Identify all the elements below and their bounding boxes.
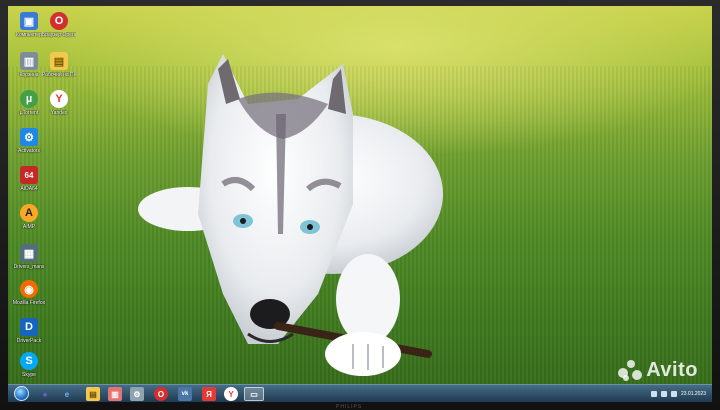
tray-volume-icon[interactable] <box>670 391 677 397</box>
monitor-brand: PHILIPS <box>336 404 363 410</box>
husky-wallpaper <box>138 54 443 376</box>
folder-icon: ▤ <box>50 52 68 70</box>
desktop-icon-label: DriverPack <box>16 338 42 344</box>
taskbar-glyph: ▥ <box>111 389 119 399</box>
taskbar-glyph: ⚙ <box>133 389 141 399</box>
taskbar-ie-icon[interactable]: e <box>60 387 74 401</box>
desktop-icon-label: Рабочий на ПК <box>42 72 76 78</box>
skype-icon: S <box>20 352 38 370</box>
desktop-icon-label: Браузер Opera <box>42 32 76 38</box>
computer-icon: ▣ <box>20 12 38 30</box>
desktop-icon-driverpack[interactable]: D DriverPack <box>12 318 46 344</box>
tray-network-icon[interactable] <box>660 391 667 397</box>
taskbar-glyph: ▭ <box>250 389 258 399</box>
desktop-icon-computer[interactable]: ▣ Компьютер <box>12 12 46 38</box>
taskbar-app-icon[interactable]: ▥ <box>108 387 122 401</box>
avito-logo-icon <box>618 359 643 382</box>
tray-flag-icon[interactable] <box>650 391 657 397</box>
desktop-icon-aimp[interactable]: A AIMP <box>12 204 46 230</box>
taskbar-media-icon[interactable]: ● <box>38 387 52 401</box>
avito-watermark: Avito <box>618 359 698 382</box>
taskbar: ● e ▤ ▥ ⚙ O vk Я Y ▭ 23.01.2023 <box>8 384 712 402</box>
desktop-screen: ▣ Компьютер O Браузер Opera ▥ Корзина ▤ … <box>8 6 712 402</box>
taskbar-glyph: Y <box>228 389 234 399</box>
start-button[interactable] <box>14 386 29 401</box>
drivers-icon: ▦ <box>20 244 38 262</box>
desktop-icon-utorrent[interactable]: µ µTorrent <box>12 90 46 116</box>
watermark-text: Avito <box>646 359 698 381</box>
taskbar-glyph: e <box>64 389 70 399</box>
monitor-bezel: ▣ Компьютер O Браузер Opera ▥ Корзина ▤ … <box>0 0 720 410</box>
taskbar-yandex-icon[interactable]: Я <box>202 387 216 401</box>
desktop-icon-opera[interactable]: O Браузер Opera <box>42 12 76 38</box>
taskbar-glyph: Я <box>206 389 212 399</box>
desktop-icon-label: Компьютер <box>16 32 42 38</box>
opera-icon: O <box>50 12 68 30</box>
desktop-icon-skype[interactable]: S Skype <box>12 352 46 378</box>
desktop-icon-label: AIMP <box>22 224 36 230</box>
desktop-icon-label: µTorrent <box>19 110 39 116</box>
taskbar-browser-icon[interactable]: Y <box>224 387 238 401</box>
desktop-icon-label: Drivers_mans <box>13 264 45 270</box>
taskbar-glyph: ● <box>42 389 48 399</box>
desktop-icon-yandex[interactable]: Y Yandex <box>42 90 76 116</box>
aida64-icon: 64 <box>20 166 38 184</box>
desktop-icon-label: Skype <box>22 372 36 378</box>
taskbar-glyph: ▤ <box>89 389 97 399</box>
desktop-icon-activators[interactable]: ⚙ Activators <box>12 128 46 154</box>
desktop-icon-label: Activators <box>18 148 40 154</box>
desktop-icon-drivers[interactable]: ▦ Drivers_mans <box>12 244 46 270</box>
desktop-icon-recycle-bin[interactable]: ▥ Корзина <box>12 52 46 78</box>
taskbar-explorer-icon[interactable]: ▤ <box>86 387 100 401</box>
taskbar-window-icon[interactable]: ▭ <box>244 387 264 401</box>
taskbar-glyph: O <box>157 389 165 399</box>
system-tray: 23.01.2023 <box>650 385 706 402</box>
taskbar-opera-icon[interactable]: O <box>154 387 168 401</box>
desktop-icon-firefox[interactable]: ◉ Mozilla Firefox <box>12 280 46 306</box>
taskbar-clock[interactable]: 23.01.2023 <box>681 391 706 397</box>
desktop-icon-label: Корзина <box>19 72 39 78</box>
yandex-icon: Y <box>50 90 68 108</box>
taskbar-vk-icon[interactable]: vk <box>178 387 192 401</box>
taskbar-tool-icon[interactable]: ⚙ <box>130 387 144 401</box>
activators-icon: ⚙ <box>20 128 38 146</box>
taskbar-glyph: vk <box>181 391 189 397</box>
desktop-icon-label: Yandex <box>50 110 68 116</box>
utorrent-icon: µ <box>20 90 38 108</box>
firefox-icon: ◉ <box>20 280 38 298</box>
driverpack-icon: D <box>20 318 38 336</box>
desktop-icon-aida64[interactable]: 64 AIDA64 <box>12 166 46 192</box>
clock-date: 23.01.2023 <box>680 391 706 397</box>
desktop-icon-folder[interactable]: ▤ Рабочий на ПК <box>42 52 76 78</box>
recycle-bin-icon: ▥ <box>20 52 38 70</box>
desktop-icon-label: Mozilla Firefox <box>12 300 46 306</box>
desktop-icon-label: AIDA64 <box>20 186 38 192</box>
aimp-icon: A <box>20 204 38 222</box>
